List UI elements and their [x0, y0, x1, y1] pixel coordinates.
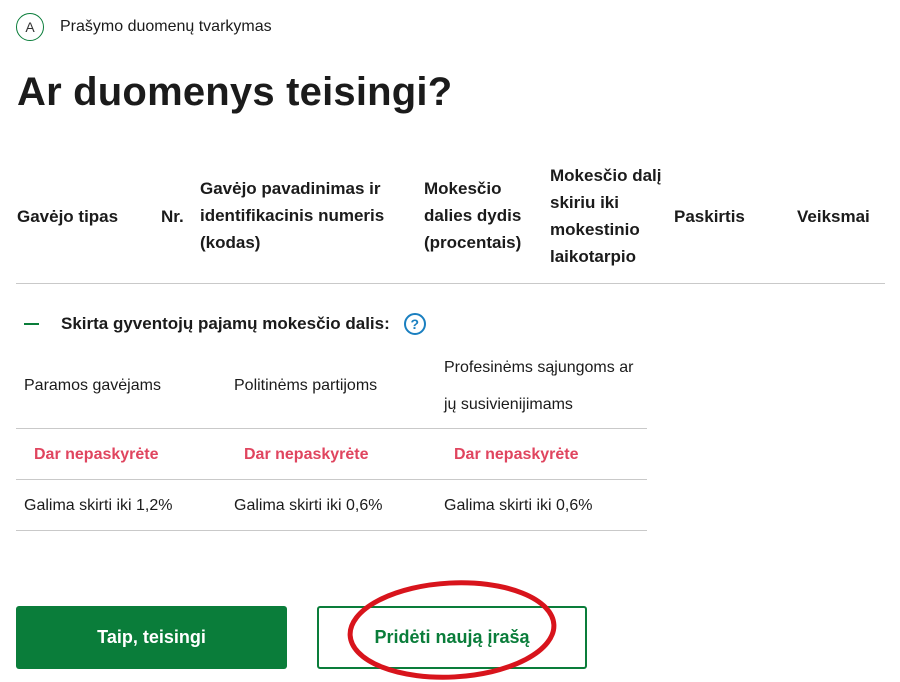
section-title: Skirta gyventojų pajamų mokesčio dalis:: [61, 314, 390, 333]
row-divider: [16, 479, 647, 480]
collapse-icon[interactable]: [24, 323, 39, 325]
column-label-unions: Profesinėms sąjungoms ar jų susivienijim…: [444, 359, 634, 413]
column-label-support: Paramos gavėjams: [24, 377, 161, 394]
help-icon[interactable]: ?: [403, 313, 426, 335]
limit-parties: Galima skirti iki 0,6%: [234, 497, 383, 514]
header-divider: [16, 283, 885, 284]
status-parties: Dar nepaskyrėte: [244, 446, 369, 463]
header-recipient-type: Gavėjo tipas: [17, 207, 119, 226]
step-label: Prašymo duomenų tvarkymas: [60, 18, 272, 35]
column-label-parties: Politinėms partijoms: [234, 377, 378, 394]
header-tax-share: Mokesčio dalies dydis (procentais): [424, 179, 522, 252]
header-purpose: Paskirtis: [674, 207, 745, 226]
limit-unions: Galima skirti iki 0,6%: [444, 497, 593, 514]
row-divider: [16, 530, 647, 531]
red-ellipse-annotation: [347, 580, 557, 680]
limit-support: Galima skirti iki 1,2%: [24, 497, 173, 514]
status-unions: Dar nepaskyrėte: [454, 446, 579, 463]
status-support: Dar nepaskyrėte: [34, 446, 159, 463]
header-number: Nr.: [161, 207, 184, 226]
header-actions: Veiksmai: [797, 207, 870, 226]
step-letter: A: [16, 13, 44, 41]
section-header: Skirta gyventojų pajamų mokesčio dalis: …: [24, 313, 426, 335]
confirm-button[interactable]: Taip, teisingi: [16, 606, 287, 669]
header-recipient-name: Gavėjo pavadinimas ir identifikacinis nu…: [200, 179, 385, 252]
row-divider: [16, 428, 647, 429]
page-title: Ar duomenys teisingi?: [17, 70, 453, 114]
header-period: Mokesčio dalį skiriu iki mokestinio laik…: [550, 166, 662, 266]
step-indicator: A Prašymo duomenų tvarkymas: [16, 13, 272, 41]
